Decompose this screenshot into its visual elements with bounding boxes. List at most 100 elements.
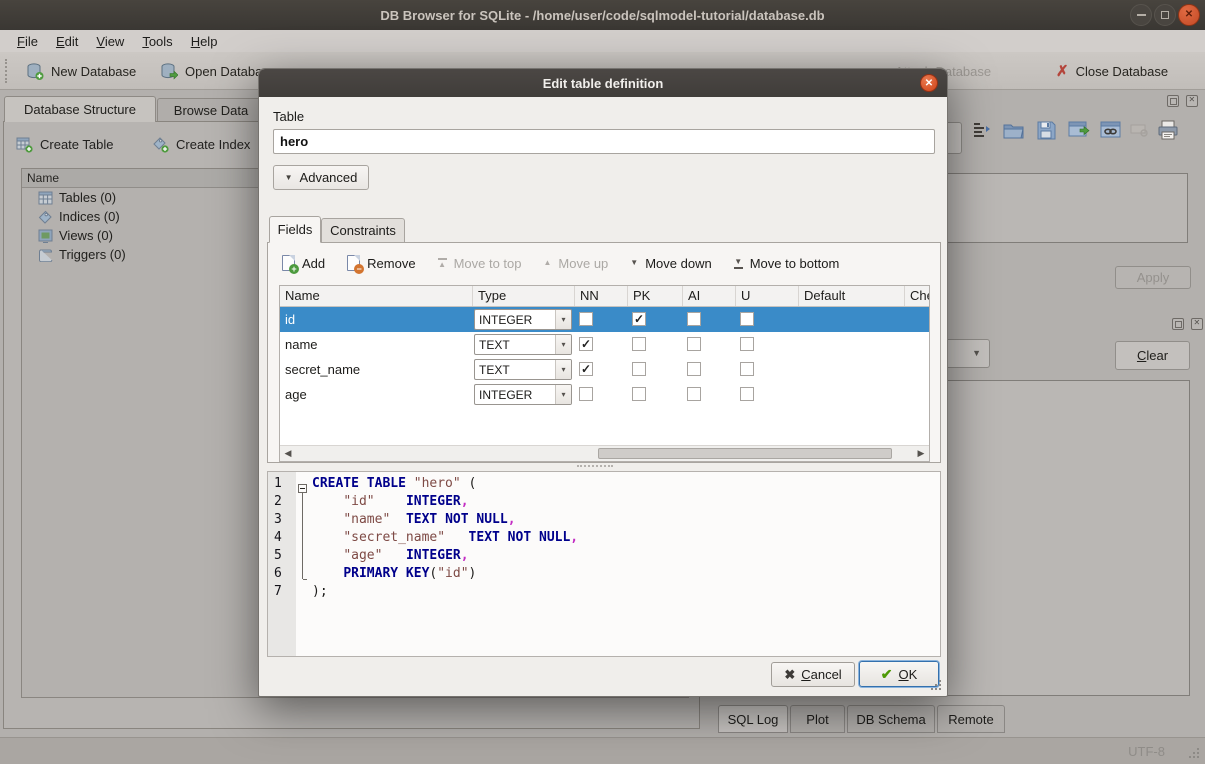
- field-row[interactable]: secret_nameTEXT▾✓: [280, 357, 929, 382]
- print-icon[interactable]: [1157, 120, 1179, 145]
- type-combo[interactable]: INTEGER▾: [474, 309, 572, 330]
- dock-float-icon[interactable]: [1167, 95, 1179, 107]
- ai-checkbox[interactable]: [687, 362, 701, 376]
- field-row[interactable]: ageINTEGER▾: [280, 382, 929, 407]
- apply-button[interactable]: Apply: [1115, 266, 1191, 289]
- remove-field-button[interactable]: − Remove: [347, 255, 415, 271]
- pk-checkbox[interactable]: ✓: [632, 312, 646, 326]
- type-combo-value: TEXT: [475, 363, 555, 377]
- column-header-type[interactable]: Type: [473, 286, 575, 306]
- move-to-top-button[interactable]: ▲ Move to top: [438, 256, 522, 271]
- link-window-icon[interactable]: [1100, 120, 1122, 145]
- column-header-check[interactable]: Check: [905, 286, 930, 306]
- minimize-button[interactable]: [1130, 4, 1152, 26]
- pk-checkbox[interactable]: [632, 337, 646, 351]
- ai-checkbox[interactable]: [687, 387, 701, 401]
- tab-db-schema[interactable]: DB Schema: [847, 705, 935, 733]
- open-database-icon: [160, 62, 178, 81]
- advanced-button[interactable]: ▼ Advanced: [273, 165, 369, 190]
- menu-edit[interactable]: Edit: [47, 32, 87, 51]
- scrollbar-thumb[interactable]: [598, 448, 892, 459]
- create-index-button[interactable]: Create Index: [152, 132, 250, 156]
- move-down-button[interactable]: ▼ Move down: [630, 256, 711, 271]
- close-database-button[interactable]: ✗ Close Database: [1056, 59, 1168, 83]
- nn-checkbox[interactable]: [579, 312, 593, 326]
- horizontal-scrollbar[interactable]: ◀ ▶: [280, 445, 929, 461]
- tab-browse-data[interactable]: Browse Data: [157, 98, 265, 122]
- cancel-button[interactable]: ✖ Cancel: [771, 662, 855, 687]
- tab-database-structure[interactable]: Database Structure: [4, 96, 156, 122]
- dialog-resize-grip[interactable]: [931, 680, 941, 690]
- combo-dropdown-icon[interactable]: ▾: [555, 310, 571, 329]
- combo-dropdown-icon[interactable]: ▾: [555, 360, 571, 379]
- u-checkbox[interactable]: [740, 337, 754, 351]
- tree-item-label: Indices (0): [59, 209, 120, 224]
- menu-file[interactable]: File: [8, 32, 47, 51]
- nn-checkbox[interactable]: ✓: [579, 337, 593, 351]
- menu-view[interactable]: View: [87, 32, 133, 51]
- maximize-button[interactable]: [1154, 4, 1176, 26]
- advanced-label: Advanced: [300, 170, 358, 185]
- type-combo[interactable]: INTEGER▾: [474, 384, 572, 405]
- dock-close-icon[interactable]: [1186, 95, 1198, 107]
- nn-checkbox[interactable]: [579, 387, 593, 401]
- combo-dropdown-icon[interactable]: ▾: [555, 385, 571, 404]
- tab-sql-log[interactable]: SQL Log: [718, 705, 788, 733]
- type-combo[interactable]: TEXT▾: [474, 359, 572, 380]
- fold-guide-line: [302, 493, 303, 579]
- column-header-nn[interactable]: NN: [575, 286, 628, 306]
- field-name-cell: id: [280, 307, 473, 332]
- clear-button[interactable]: Clear: [1115, 341, 1190, 370]
- new-database-button[interactable]: New Database: [26, 59, 136, 83]
- dock-float-icon[interactable]: [1172, 318, 1184, 330]
- create-index-label: Create Index: [176, 137, 250, 152]
- tab-plot[interactable]: Plot: [790, 705, 845, 733]
- save-sql-file-icon[interactable]: [1036, 120, 1056, 145]
- splitter-handle[interactable]: [577, 465, 613, 468]
- field-u-cell: [736, 382, 799, 407]
- ai-checkbox[interactable]: [687, 312, 701, 326]
- field-row[interactable]: nameTEXT▾✓: [280, 332, 929, 357]
- menu-tools[interactable]: Tools: [133, 32, 181, 51]
- nn-checkbox[interactable]: ✓: [579, 362, 593, 376]
- move-to-bottom-button[interactable]: ▼ Move to bottom: [734, 256, 840, 271]
- column-header-name[interactable]: Name: [280, 286, 473, 306]
- pk-checkbox[interactable]: [632, 362, 646, 376]
- u-checkbox[interactable]: [740, 312, 754, 326]
- tab-remote[interactable]: Remote: [937, 705, 1005, 733]
- move-up-button[interactable]: ▲ Move up: [544, 256, 609, 271]
- u-checkbox[interactable]: [740, 387, 754, 401]
- ai-checkbox[interactable]: [687, 337, 701, 351]
- line-number: 6: [268, 566, 296, 584]
- dialog-close-button[interactable]: ✕: [920, 74, 938, 92]
- fold-guide-end: [303, 579, 307, 580]
- type-combo[interactable]: TEXT▾: [474, 334, 572, 355]
- open-sql-file-icon[interactable]: [1003, 120, 1025, 145]
- sql-preview-editor[interactable]: 1CREATE TABLE "hero" (2 "id" INTEGER,3 "…: [267, 471, 941, 657]
- execute-sql-icon[interactable]: [972, 120, 992, 145]
- execute-window-icon[interactable]: [1068, 120, 1090, 145]
- scroll-left-icon[interactable]: ◀: [280, 446, 296, 461]
- fold-collapse-icon[interactable]: [298, 484, 307, 493]
- field-nn-cell: ✓: [575, 357, 628, 382]
- scroll-right-icon[interactable]: ▶: [913, 446, 929, 461]
- dock-close-icon[interactable]: [1191, 318, 1203, 330]
- column-header-ai[interactable]: AI: [683, 286, 736, 306]
- tab-fields[interactable]: Fields: [269, 216, 321, 243]
- column-header-default[interactable]: Default: [799, 286, 905, 306]
- combo-dropdown-icon[interactable]: ▾: [555, 335, 571, 354]
- ok-button[interactable]: ✔ OK: [859, 661, 939, 687]
- column-header-pk[interactable]: PK: [628, 286, 683, 306]
- field-row[interactable]: idINTEGER▾ ✓: [280, 307, 929, 332]
- pk-checkbox[interactable]: [632, 387, 646, 401]
- create-table-button[interactable]: Create Table: [16, 132, 113, 156]
- menu-help[interactable]: Help: [182, 32, 227, 51]
- u-checkbox[interactable]: [740, 362, 754, 376]
- window-close-button[interactable]: ✕: [1178, 4, 1200, 26]
- table-name-input[interactable]: [273, 129, 935, 154]
- tab-constraints[interactable]: Constraints: [321, 218, 405, 243]
- window-resize-grip[interactable]: [1189, 748, 1199, 758]
- add-field-button[interactable]: + Add: [282, 255, 325, 271]
- toolbar-drag-handle[interactable]: [5, 59, 9, 83]
- column-header-u[interactable]: U: [736, 286, 799, 306]
